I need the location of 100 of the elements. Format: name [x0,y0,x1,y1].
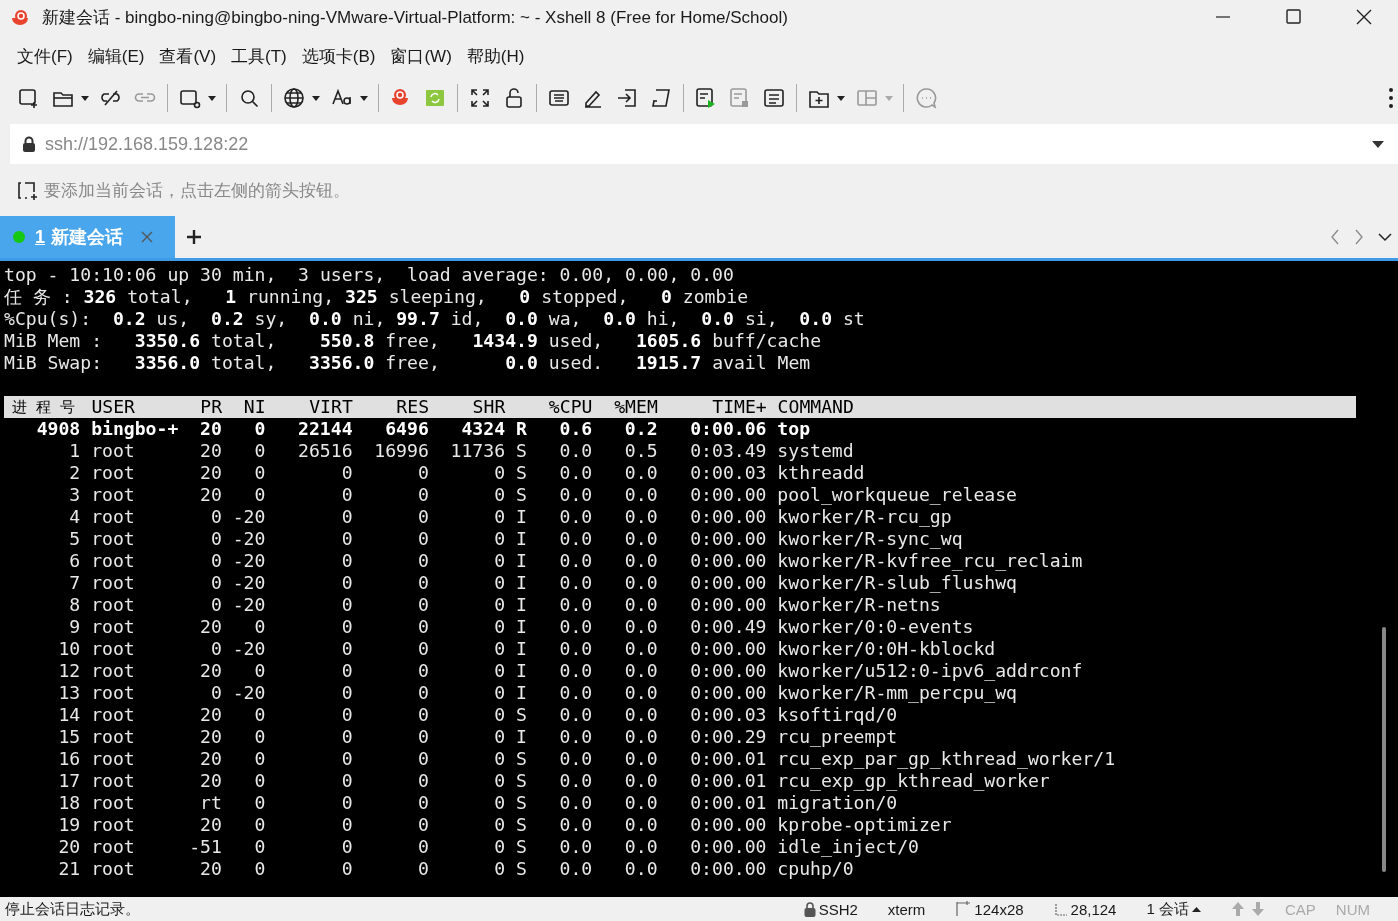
table-cell-text: 0 [493,792,506,814]
table-cell-text: root [90,638,136,660]
caret-icon[interactable] [360,95,368,101]
table-cell-text: 0 [253,484,266,506]
table-cell-text: 0.0 [623,594,658,616]
table-cell-text: -20 [231,528,266,550]
table-cell-text: 4324 [460,418,506,440]
caret-icon[interactable] [837,95,845,101]
menu-item[interactable]: 选项卡(B) [301,44,376,68]
table-cell-text: root [90,462,136,484]
column-header: 进 程 号 [11,397,77,418]
table-cell-text: 6496 [384,418,429,440]
table-cell-text: kworker/R-mm_percpu_wq [776,682,1017,704]
scrollbar-thumb[interactable] [1382,627,1386,872]
menu-item[interactable]: 帮助(H) [466,44,525,68]
table-cell-text: rcu_preempt [776,726,898,748]
table-cell-text: 0.5 [623,440,658,462]
table-cell-text: idle_inject/0 [776,836,919,858]
table-cell-text: 0 [209,682,222,704]
table-cell-text: S [514,462,527,484]
table-cell-text: root [90,726,136,748]
table-cell-text: 0.0 [558,792,593,814]
menu-item[interactable]: 工具(T) [231,44,287,68]
globe-icon[interactable] [282,86,306,110]
table-cell-text: 0 [253,748,266,770]
table-cell-text: 0.0 [623,682,658,704]
table-cell-text: kworker/u512:0-ipv6_addrconf [776,660,1083,682]
table-cell-text: systemd [776,440,854,462]
caret-icon[interactable] [208,95,216,101]
table-cell-text: 14 [57,704,81,726]
table-cell-text: root [90,748,136,770]
table-cell-text: 0 [493,814,506,836]
hint-text: 要添加当前会话，点击左侧的箭头按钮。 [44,179,350,202]
table-cell-text: 0 [209,638,222,660]
table-cell-text: 0 [253,462,266,484]
table-cell-text: 0 [340,638,353,660]
table-cell-text: 0.0 [623,528,658,550]
table-cell-text: rcu_exp_par_gp_kthread_worker/1 [776,748,1116,770]
table-cell-text: ksoftirqd/0 [776,704,898,726]
table-cell-text: 0 [253,836,266,858]
chevron-down-icon[interactable] [1378,232,1392,242]
terminal-line: MiB Mem : 3350.6 total, 550.8 free, 1434.9 used, 1605.6 buff/cache [4,330,823,352]
table-cell-text: root [90,506,136,528]
more-icon[interactable] [1388,87,1394,109]
dropdown-icon[interactable] [1372,141,1384,148]
document-icon[interactable] [762,86,786,110]
table-cell-text: 0 [253,704,266,726]
table-cell-text: 0.0 [558,550,593,572]
address-field[interactable]: ssh://192.168.159.128:22 [10,124,1398,164]
table-cell-text: 20 [199,418,222,440]
column-header: %MEM [613,396,658,418]
key-indicator: CAP [1285,900,1316,918]
table-cell-text: -20 [231,682,266,704]
table-cell-text: 0 [416,704,429,726]
table-cell-text: 0:00.00 [689,814,767,836]
table-cell-text: 0.0 [558,528,593,550]
menu-item[interactable]: 文件(F) [17,44,73,68]
dimensions-icon [955,901,972,917]
table-cell-text: I [514,550,527,572]
chevron-left-icon[interactable] [1330,229,1340,245]
table-cell-text: kworker/R-rcu_gp [776,506,952,528]
close-icon[interactable] [141,231,153,243]
table-cell-text: 0.0 [558,616,593,638]
table-cell-text: -20 [231,550,266,572]
add-tab-icon[interactable] [187,230,201,244]
table-cell-text: 0:03.49 [689,440,767,462]
terminal-screen[interactable] [0,261,1398,897]
table-cell-text: 0.0 [558,858,593,880]
caret-up-icon[interactable] [1192,906,1201,912]
table-cell-text: 0 [493,462,506,484]
table-cell-text: 0 [493,550,506,572]
table-cell-text: 26516 [297,440,353,462]
table-cell-text: 0.0 [558,594,593,616]
menu-item[interactable]: 查看(V) [159,44,217,68]
table-cell-text: 0:00.00 [689,660,767,682]
table-cell-text: 0 [493,858,506,880]
table-cell-text: 0:00.00 [689,572,767,594]
table-cell-text: 20 [199,462,222,484]
chevron-right-icon[interactable] [1354,229,1364,245]
table-cell-text: I [514,528,527,550]
table-cell-text: migration/0 [776,792,898,814]
table-cell-text: 0.0 [558,726,593,748]
table-cell-text: 0 [493,484,506,506]
table-cell-text: 0 [416,528,429,550]
status-text: 1 会话 [1146,899,1189,919]
table-cell-text: root [90,594,136,616]
caret-icon[interactable] [312,95,320,101]
enter-icon[interactable] [615,86,639,110]
menu-item[interactable]: 编辑(E) [87,44,145,68]
add-session-icon[interactable] [16,179,40,201]
terminal-line: MiB Swap: 3356.0 total, 3356.0 free, 0.0 used. 1915.7 avail Mem [4,352,812,374]
column-header: PR [199,396,223,418]
table-cell-text: S [514,440,527,462]
table-cell-text: 0 [340,616,353,638]
fullscreen-icon[interactable] [468,86,492,110]
caret-icon[interactable] [81,95,89,101]
column-header: NI [242,396,266,418]
table-cell-text: 0 [493,572,506,594]
table-cell-text: 0.0 [558,484,593,506]
menu-item[interactable]: 窗口(W) [390,44,452,68]
